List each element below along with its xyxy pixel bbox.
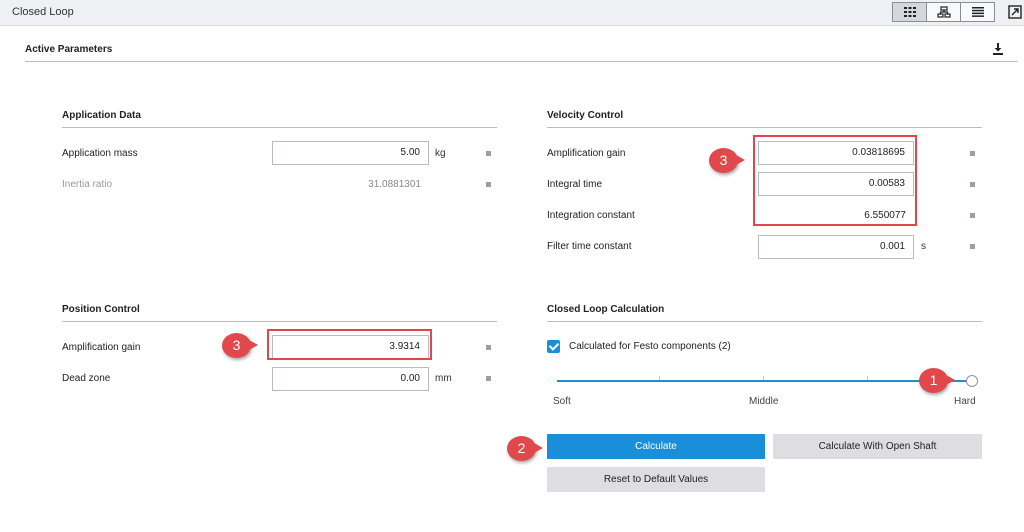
closed-loop-calculation-divider [547, 321, 982, 322]
inertia-ratio-marker-icon [486, 182, 491, 187]
integral-time-marker-icon [970, 182, 975, 187]
slider-tick [867, 376, 868, 380]
integral-time-label: Integral time [547, 179, 603, 190]
velocity-amp-marker-icon [970, 151, 975, 156]
window-title: Closed Loop [12, 6, 74, 18]
dead-zone-label: Dead zone [62, 373, 111, 384]
title-bar: Closed Loop [0, 0, 1024, 26]
slider-tick [763, 376, 764, 380]
calculate-button[interactable]: Calculate [547, 434, 765, 459]
inertia-ratio-value: 31.0881301 [368, 179, 421, 190]
download-icon[interactable] [992, 43, 1004, 55]
inertia-ratio-label: Inertia ratio [62, 179, 113, 190]
slider-tick [659, 376, 660, 380]
application-mass-marker-icon [486, 151, 491, 156]
festo-components-checkbox[interactable] [547, 340, 560, 353]
dead-zone-input[interactable]: 0.00 [272, 367, 429, 391]
velocity-control-divider [547, 127, 982, 128]
diagram-icon [936, 6, 951, 18]
filter-time-constant-input[interactable]: 0.001 [758, 235, 914, 259]
diagram-view-button[interactable] [926, 2, 961, 22]
application-data-title: Application Data [62, 110, 141, 121]
annotation-badge-1: 1 [919, 368, 955, 393]
page-title: Active Parameters [25, 44, 113, 55]
position-control-divider [62, 321, 497, 322]
filter-time-constant-unit: s [921, 241, 926, 252]
position-amp-marker-icon [486, 345, 491, 350]
grid-icon [903, 7, 916, 17]
application-mass-unit: kg [435, 148, 446, 159]
calculate-open-shaft-button[interactable]: Calculate With Open Shaft [773, 434, 982, 459]
application-mass-input[interactable]: 5.00 [272, 141, 429, 165]
application-mass-label: Application mass [62, 148, 138, 159]
popout-icon[interactable] [1008, 5, 1022, 19]
header-divider [25, 61, 1018, 62]
list-icon [971, 7, 984, 17]
annotation-badge-3-position: 3 [222, 333, 258, 358]
velocity-amplification-gain-label: Amplification gain [547, 148, 626, 159]
velocity-highlight-box [753, 135, 917, 226]
stiffness-slider-track[interactable] [557, 380, 971, 382]
position-highlight-box [267, 329, 432, 360]
velocity-control-title: Velocity Control [547, 110, 624, 121]
grid-view-button[interactable] [892, 2, 927, 22]
dead-zone-marker-icon [486, 376, 491, 381]
slider-label-hard: Hard [954, 396, 976, 407]
closed-loop-calculation-title: Closed Loop Calculation [547, 304, 665, 315]
annotation-badge-3-velocity: 3 [709, 148, 745, 173]
slider-label-soft: Soft [553, 396, 571, 407]
annotation-badge-2: 2 [507, 436, 543, 461]
integration-constant-label: Integration constant [547, 210, 635, 221]
position-amplification-gain-label: Amplification gain [62, 342, 141, 353]
filter-time-constant-label: Filter time constant [547, 241, 632, 252]
filter-marker-icon [970, 244, 975, 249]
integration-constant-marker-icon [970, 213, 975, 218]
stiffness-slider-thumb[interactable] [966, 375, 978, 387]
application-data-divider [62, 127, 497, 128]
slider-label-middle: Middle [749, 396, 779, 407]
dead-zone-unit: mm [435, 373, 452, 384]
view-toggle-group [892, 2, 995, 22]
position-control-title: Position Control [62, 304, 140, 315]
festo-components-checkbox-label: Calculated for Festo components (2) [569, 341, 731, 352]
list-view-button[interactable] [960, 2, 995, 22]
reset-defaults-button[interactable]: Reset to Default Values [547, 467, 765, 492]
